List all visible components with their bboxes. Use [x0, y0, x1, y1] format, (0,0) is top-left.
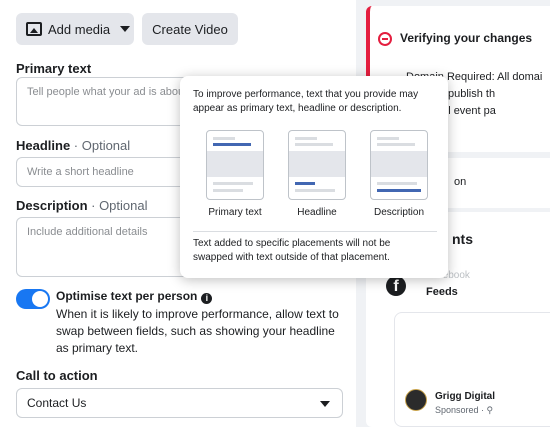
ad-preview[interactable]: Grigg Digital Sponsored · ⚲: [394, 312, 550, 427]
optimise-text-description: When it is likely to improve performance…: [56, 307, 339, 355]
description-label-text: Description: [16, 198, 88, 213]
placements-heading: nts: [452, 231, 473, 247]
tooltip-note: Text added to specific placements will n…: [193, 238, 391, 263]
optimise-title-text: Optimise text per person: [56, 289, 198, 303]
tooltip-divider: [193, 231, 437, 232]
options-card-text: on: [454, 176, 467, 188]
tooltip-text: To improve performance, text that you pr…: [193, 89, 419, 114]
page-name: Grigg Digital: [435, 391, 495, 402]
cta-label: Call to action: [16, 368, 98, 383]
headline-label: Headline · Optional: [16, 138, 130, 153]
headline-label-text: Headline: [16, 138, 71, 153]
placement-tooltip: To improve performance, text that you pr…: [180, 76, 448, 278]
optimise-text-toggle[interactable]: [16, 289, 50, 309]
headline-optional: · Optional: [70, 138, 131, 153]
create-video-button[interactable]: Create Video: [142, 13, 238, 45]
description-placement-diagram: [370, 130, 428, 200]
placement-label-headline: Headline: [297, 207, 337, 218]
description-label: Description · Optional: [16, 198, 148, 213]
sponsored-label: Sponsored · ⚲: [435, 405, 494, 415]
placement-label-primary: Primary text: [208, 207, 262, 218]
headline-placement-diagram: [288, 130, 346, 200]
optimise-text-title: Optimise text per person i: [56, 289, 213, 304]
description-optional: · Optional: [87, 198, 148, 213]
primary-text-label: Primary text: [16, 61, 92, 76]
caret-down-icon: [320, 401, 330, 407]
facebook-icon: f: [386, 276, 406, 296]
avatar: [405, 389, 427, 411]
cta-value: Contact Us: [27, 396, 87, 410]
placement-label-description: Description: [373, 207, 425, 218]
primary-text-placement-diagram: [206, 130, 264, 200]
placement-feeds-label: Feeds: [426, 286, 458, 298]
verify-title: Verifying your changes: [400, 31, 533, 45]
add-media-label: Add media: [48, 21, 111, 37]
info-icon[interactable]: i: [201, 293, 213, 304]
caret-down-icon: [120, 26, 131, 32]
add-media-button[interactable]: Add media: [16, 13, 134, 45]
minus-circle-icon: [378, 32, 392, 46]
cta-select[interactable]: Contact Us: [16, 388, 343, 418]
image-icon: [26, 22, 42, 36]
